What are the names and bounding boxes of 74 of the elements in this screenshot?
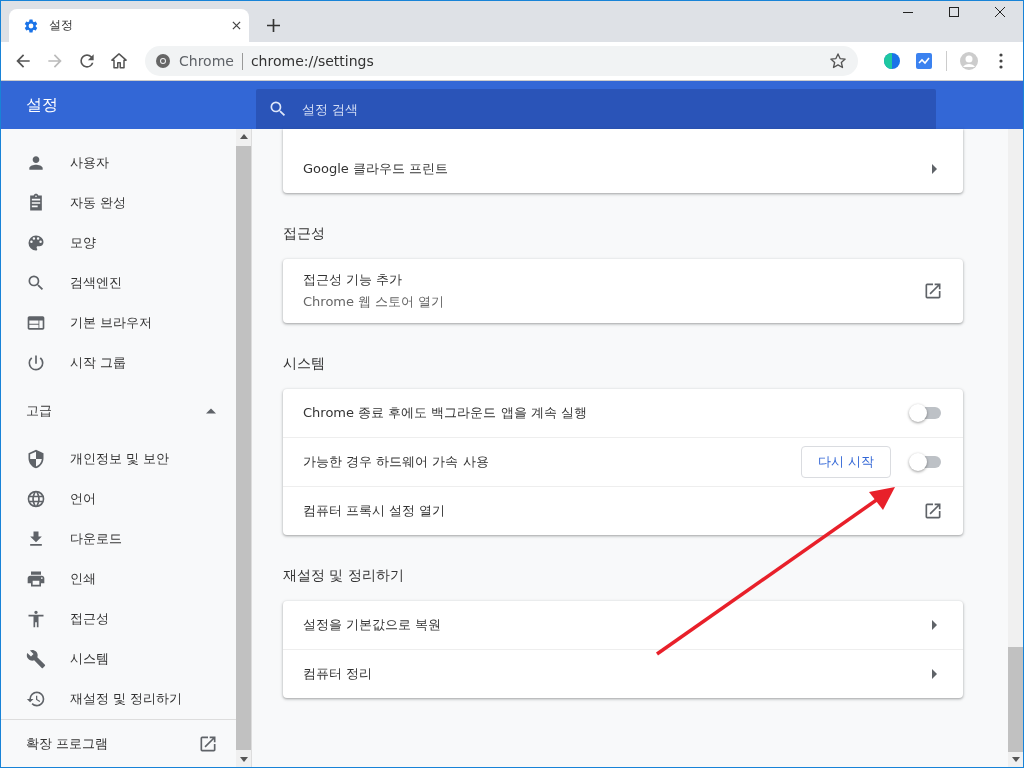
chrome-logo-icon [155,53,171,69]
extension-circle-icon[interactable] [882,51,902,71]
settings-row[interactable]: Google 클라우드 프린트 [283,145,963,193]
toggle-switch[interactable] [911,407,941,419]
scrollbar-thumb[interactable] [1008,647,1023,752]
open-external-icon [923,501,943,521]
row-sublabel: Chrome 웹 스토어 열기 [303,293,446,311]
caret-icon [932,669,937,679]
search-icon [268,99,288,119]
page-title: 설정 [25,94,59,116]
open-external-icon [923,281,943,301]
close-icon[interactable] [994,6,1006,18]
sidebar-item[interactable]: 사용자 [1,143,236,183]
settings-row[interactable]: Chrome 종료 후에도 백그라운드 앱을 계속 실행 [283,389,963,437]
advanced-toggle[interactable]: 고급 [1,383,236,439]
sidebar-item[interactable]: 접근성 [1,599,236,639]
settings-row[interactable]: 가능한 경우 하드웨어 가속 사용 다시 시작 [283,437,963,486]
sidebar-item[interactable]: 자동 완성 [1,183,236,223]
section-title: 접근성 [283,224,326,243]
row-label: 접근성 기능 추가 [303,271,404,289]
url-text: chrome://settings [250,53,374,69]
globe-icon [26,489,46,509]
address-bar[interactable]: Chrome chrome://settings [145,46,858,76]
palette-icon [26,233,46,253]
sidebar-item[interactable]: 다운로드 [1,519,236,559]
reload-icon[interactable] [77,51,97,71]
scroll-down-icon[interactable] [239,757,248,762]
sidebar-item[interactable]: 재설정 및 정리하기 [1,679,236,719]
gear-icon [23,17,39,34]
history-icon [26,689,46,709]
scrollbar[interactable] [1008,129,1023,767]
star-icon[interactable] [828,51,848,71]
sidebar-item[interactable]: 시스템 [1,639,236,679]
sidebar-item[interactable]: 기본 브라우저 [1,303,236,343]
maximize-icon[interactable] [948,6,960,18]
row-label: 컴퓨터 정리 [303,665,374,683]
caret-icon [932,620,937,630]
sidebar-item[interactable]: 모양 [1,223,236,263]
scroll-down-icon[interactable] [1011,757,1020,762]
shield-icon [26,449,46,469]
settings-row[interactable]: 접근성 기능 추가 Chrome 웹 스토어 열기 [283,259,963,323]
extension-chart-icon[interactable] [914,51,934,71]
sidebar-item[interactable]: 개인정보 및 보안 [1,439,236,479]
sidebar-item[interactable]: 검색엔진 [1,263,236,303]
settings-row[interactable]: 컴퓨터 정리 [283,649,963,698]
section-title: 시스템 [283,354,326,373]
home-icon[interactable] [109,51,129,71]
row-label: Google 클라우드 프린트 [303,160,450,178]
sidebar-item[interactable]: 인쇄 [1,559,236,599]
tab-title: 설정 [49,17,74,34]
search-icon [26,273,46,293]
browser-window-icon [26,313,46,333]
new-tab-icon[interactable] [267,19,280,32]
sidebar-item[interactable]: 시작 그룹 [1,343,236,383]
caret-icon [206,408,216,414]
restart-button[interactable]: 다시 시작 [800,446,891,478]
power-icon [26,353,46,373]
wrench-icon [26,649,46,669]
caret-icon [932,164,937,174]
search-field[interactable]: 설정 검색 [256,89,936,129]
sidebar-item[interactable]: 언어 [1,479,236,519]
toggle-switch[interactable] [911,456,941,468]
accessibility-icon [26,609,46,629]
row-label: 컴퓨터 프록시 설정 열기 [303,502,447,520]
printer-icon [26,569,46,589]
settings-row[interactable]: 설정을 기본값으로 복원 [283,601,963,649]
row-label: 설정을 기본값으로 복원 [303,616,443,634]
section-title: 재설정 및 정리하기 [283,566,405,585]
browser-tab[interactable]: 설정 [9,9,249,42]
row-label: 가능한 경우 하드웨어 가속 사용 [303,453,490,471]
site-label: Chrome [179,53,234,69]
scroll-up-icon[interactable] [239,134,248,139]
close-icon[interactable] [232,21,241,30]
row-label: Chrome 종료 후에도 백그라운드 앱을 계속 실행 [303,404,588,422]
